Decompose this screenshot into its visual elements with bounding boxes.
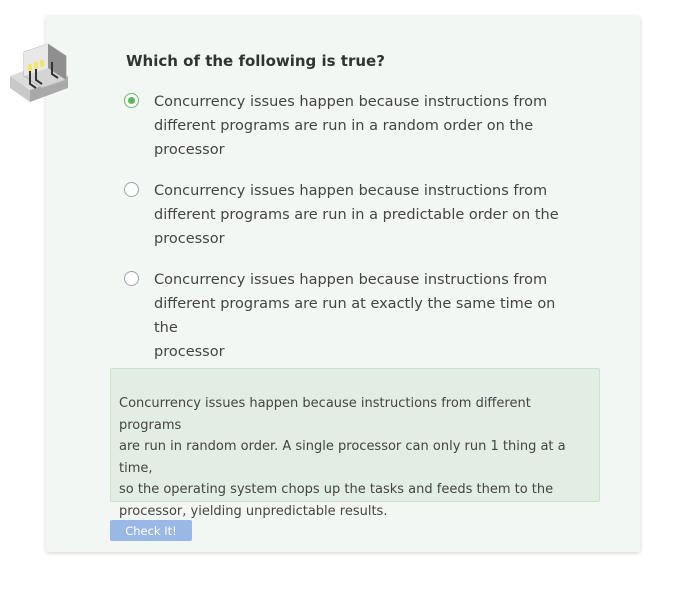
- option-label: Concurrency issues happen because instru…: [154, 272, 556, 360]
- radio-button[interactable]: [124, 182, 139, 197]
- explanation-text: Concurrency issues happen because instru…: [119, 396, 566, 519]
- answer-option-same-time[interactable]: Concurrency issues happen because instru…: [124, 268, 564, 364]
- question-title: Which of the following is true?: [126, 52, 385, 70]
- option-label: Concurrency issues happen because instru…: [154, 183, 559, 247]
- answer-option-random-order[interactable]: Concurrency issues happen because instru…: [124, 90, 564, 162]
- answer-option-predictable-order[interactable]: Concurrency issues happen because instru…: [124, 179, 564, 251]
- explanation-panel: Concurrency issues happen because instru…: [110, 368, 600, 519]
- option-label: Concurrency issues happen because instru…: [154, 94, 548, 158]
- radio-button-selected[interactable]: [124, 93, 139, 108]
- check-it-button[interactable]: Check It!: [110, 520, 192, 541]
- radio-button[interactable]: [124, 271, 139, 286]
- processor-cube-icon: [10, 43, 68, 102]
